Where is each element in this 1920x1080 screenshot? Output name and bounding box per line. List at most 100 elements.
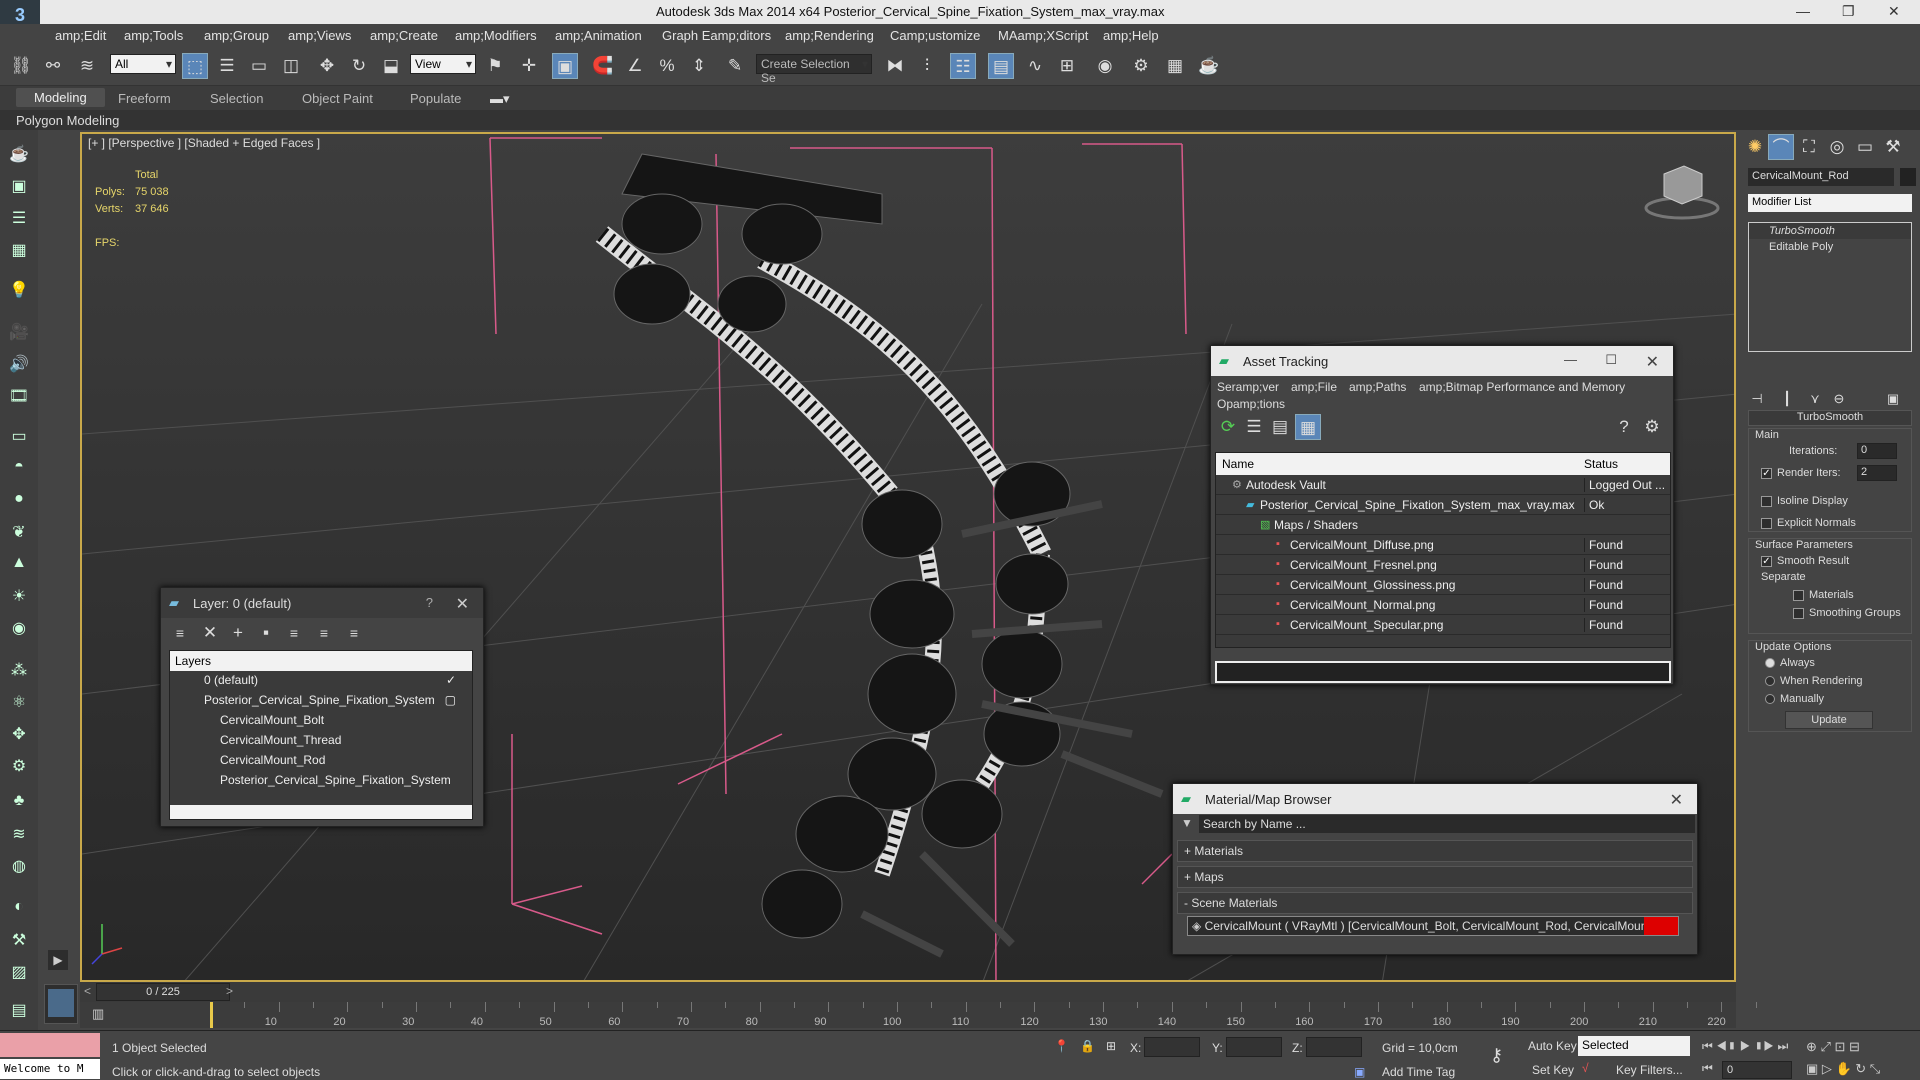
render-icon[interactable]: ▣: [8, 176, 30, 198]
layer-manager-icon[interactable]: ☷: [950, 53, 976, 79]
spinner-snap-icon[interactable]: ⇕: [686, 53, 712, 79]
camera-icon[interactable]: 🎥: [8, 322, 30, 344]
time-slider[interactable]: < 0 / 225 >: [80, 982, 1736, 1002]
maximize-button[interactable]: ❐: [1842, 3, 1855, 20]
asset-row[interactable]: ▪ CervicalMount_Normal.png Found: [1216, 595, 1670, 615]
iterations-spinner[interactable]: 0: [1857, 443, 1897, 459]
percent-snap-icon[interactable]: %: [654, 53, 680, 79]
configure-sets-icon[interactable]: ▣: [1880, 386, 1906, 412]
auto-key-button[interactable]: Auto Key: [1528, 1039, 1577, 1053]
menu-views[interactable]: amp;Views: [288, 28, 351, 43]
help-icon[interactable]: ?: [1611, 414, 1637, 440]
lightbulb-icon[interactable]: 💡: [8, 280, 30, 302]
menu-rendering[interactable]: amp;Rendering: [785, 28, 874, 43]
select-manipulate-icon[interactable]: ✛: [516, 53, 542, 79]
menu-file[interactable]: amp;File: [1291, 380, 1337, 394]
new-layer-icon[interactable]: ≡: [167, 620, 193, 646]
close-button[interactable]: ✕: [1888, 3, 1900, 20]
unlink-icon[interactable]: ⚯: [40, 53, 66, 79]
x-coord-field[interactable]: [1144, 1037, 1200, 1057]
add-time-tag[interactable]: Add Time Tag: [1382, 1065, 1455, 1079]
refresh-icon[interactable]: ⟳: [1215, 414, 1241, 440]
sphere-icon[interactable]: ●: [8, 490, 30, 512]
layer-row[interactable]: CervicalMount_Rod: [170, 751, 472, 771]
utilities-tab-icon[interactable]: ⚒: [1880, 134, 1906, 160]
align-icon[interactable]: ⫶: [914, 53, 940, 79]
materials-checkbox[interactable]: [1793, 589, 1804, 601]
menu-customize[interactable]: Camp;ustomize: [890, 28, 980, 43]
box3-icon[interactable]: ▨: [8, 962, 30, 984]
angle-snap-icon[interactable]: ∠: [622, 53, 648, 79]
key-mode-dropdown[interactable]: Selected: [1578, 1036, 1690, 1056]
list-icon[interactable]: ☰: [8, 208, 30, 230]
isolate-icon[interactable]: 📍: [1054, 1039, 1069, 1053]
menu-edit[interactable]: amp;Edit: [55, 28, 106, 43]
gear-icon[interactable]: ⚙: [8, 756, 30, 778]
render-icon[interactable]: ☕: [1196, 53, 1222, 79]
key-curve-icon[interactable]: √: [1582, 1061, 1589, 1075]
stack-item-turbosmooth[interactable]: TurboSmooth: [1749, 223, 1911, 239]
explicit-normals-checkbox[interactable]: [1761, 517, 1772, 529]
stack-icon[interactable]: ▤: [8, 1000, 30, 1022]
curve-editor-icon[interactable]: ▥: [92, 1006, 104, 1022]
layer-row[interactable]: Posterior_Cervical_Spine_Fixation_System: [170, 771, 472, 791]
close-icon[interactable]: ✕: [456, 594, 469, 614]
key-filters-button[interactable]: Key Filters...: [1616, 1063, 1683, 1077]
menu-group[interactable]: amp;Group: [204, 28, 269, 43]
display-tab-icon[interactable]: ▭: [1852, 134, 1878, 160]
object-color-swatch[interactable]: [1900, 168, 1916, 186]
asset-row[interactable]: ▪ CervicalMount_Fresnel.png Found: [1216, 555, 1670, 575]
frame-indicator[interactable]: 0 / 225: [96, 983, 230, 1001]
table-view-icon[interactable]: ▦: [1295, 414, 1321, 440]
frame-start-icon[interactable]: ⏮: [1702, 1061, 1713, 1076]
schematic-view-icon[interactable]: ⊞: [1054, 53, 1080, 79]
zoom-controls[interactable]: ⊕ ⤢ ⊡ ⊟: [1806, 1039, 1860, 1055]
smoothing-groups-checkbox[interactable]: [1793, 607, 1804, 619]
menu-create[interactable]: amp;Create: [370, 28, 438, 43]
maximize-icon[interactable]: ☐: [1605, 352, 1617, 368]
menu-help[interactable]: amp;Help: [1103, 28, 1159, 43]
playback-controls[interactable]: ⏮ ◀▮ ▶ ▮▶ ⏭: [1702, 1039, 1788, 1054]
rendered-frame-icon[interactable]: ▦: [1162, 53, 1188, 79]
tab-populate[interactable]: Populate: [410, 91, 461, 106]
lock-icon[interactable]: 🔒: [1080, 1039, 1095, 1053]
materials-section[interactable]: + Materials: [1177, 840, 1693, 862]
track-bar[interactable]: 10 20 30 40 50 60 70 80 90 100 110 120 130 140 150 160 1…: [80, 1002, 1757, 1028]
hide-all-icon[interactable]: ≡: [311, 620, 337, 646]
render-iters-checkbox[interactable]: ✓: [1761, 467, 1772, 479]
scale-icon[interactable]: ⬓: [378, 53, 404, 79]
next-frame-icon[interactable]: >: [226, 984, 233, 998]
close-icon[interactable]: ✕: [1670, 790, 1683, 810]
menu-paths[interactable]: amp;Paths: [1349, 380, 1406, 394]
menu-options[interactable]: Opamp;tions: [1217, 397, 1285, 411]
time-tag-icon[interactable]: ▣: [1354, 1065, 1365, 1079]
settings-icon[interactable]: ⚙: [1639, 414, 1665, 440]
menu-bitmap[interactable]: amp;Bitmap Performance and Memory: [1419, 380, 1625, 394]
move-icon[interactable]: ✥: [314, 53, 340, 79]
minimize-button[interactable]: —: [1796, 3, 1810, 19]
render-setup-icon[interactable]: ⚙: [1128, 53, 1154, 79]
update-button[interactable]: Update: [1785, 711, 1873, 729]
dome-icon[interactable]: ◓: [8, 458, 30, 480]
named-selection-set-dropdown[interactable]: Create Selection Se: [756, 54, 872, 85]
list-view-icon[interactable]: ☰: [1241, 414, 1267, 440]
grass-icon[interactable]: ♣: [8, 792, 30, 814]
layer-window-titlebar[interactable]: ▰ Layer: 0 (default) ? ✕: [161, 588, 483, 618]
layer-row[interactable]: 0 (default) ✓: [170, 671, 472, 691]
molecule-icon[interactable]: ⚛: [8, 692, 30, 714]
manually-radio[interactable]: [1765, 694, 1775, 705]
maxscript-output[interactable]: Welcome to M: [0, 1059, 100, 1079]
modifier-list-dropdown[interactable]: Modifier List: [1748, 194, 1912, 212]
maxscript-listener[interactable]: [0, 1033, 100, 1057]
link-icon[interactable]: ⛓: [8, 53, 34, 79]
curve-editor-icon[interactable]: ∿: [1022, 53, 1048, 79]
snap-toggle-icon[interactable]: 🧲: [590, 53, 616, 79]
menu-graph-editors[interactable]: Graph Eamp;ditors: [662, 28, 771, 43]
leaf-icon[interactable]: ❦: [8, 522, 30, 544]
cone-icon[interactable]: ▲: [8, 554, 30, 576]
motion-tab-icon[interactable]: ◎: [1824, 134, 1850, 160]
col-name[interactable]: Name: [1222, 457, 1254, 471]
coin-icon[interactable]: ◉: [8, 618, 30, 640]
expand-arrow-icon[interactable]: ▶: [48, 950, 68, 970]
render-iters-spinner[interactable]: 2: [1857, 465, 1897, 481]
